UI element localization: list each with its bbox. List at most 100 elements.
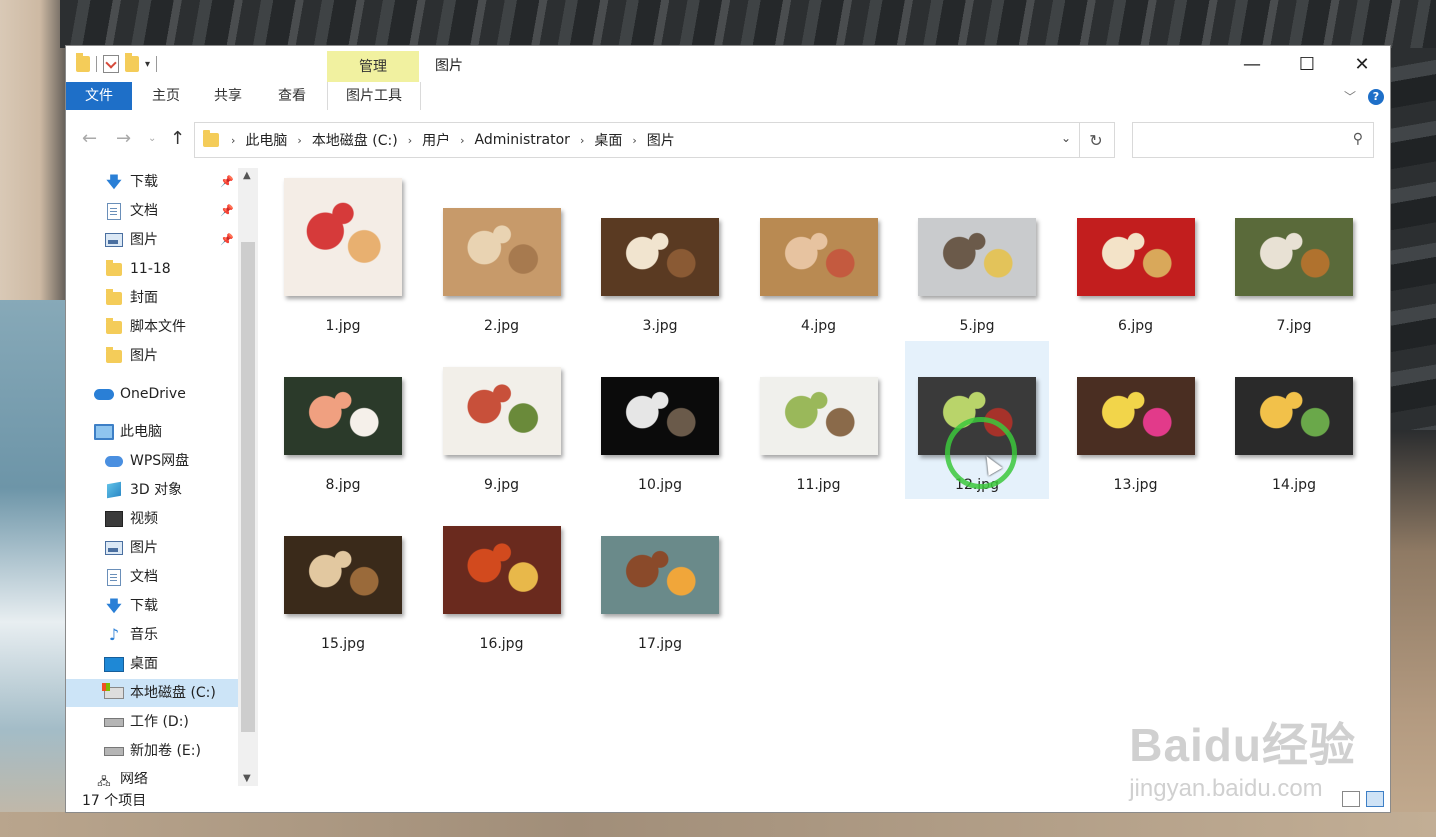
tab-file[interactable]: 文件: [66, 82, 132, 110]
nav-item-downloads-pc[interactable]: 🡇 下载: [104, 592, 158, 620]
folder-icon[interactable]: [76, 53, 90, 72]
file-tile[interactable]: 1.jpg: [271, 178, 415, 340]
file-tile[interactable]: 11.jpg: [747, 341, 891, 499]
file-tile[interactable]: 8.jpg: [271, 341, 415, 499]
chevron-right-icon[interactable]: ›: [456, 134, 468, 147]
nav-item-this-pc[interactable]: 此电脑: [94, 418, 162, 446]
nav-scrollbar[interactable]: ▲ ▼: [238, 168, 258, 786]
address-bar[interactable]: › 此电脑 › 本地磁盘 (C:) › 用户 › Administrator ›…: [194, 122, 1080, 158]
file-grid: 1.jpg 2.jpg 3.jpg 4.jpg 5.jpg 6.jpg 7.jpg 8.jpg…: [258, 168, 1390, 786]
chevron-right-icon[interactable]: ›: [293, 134, 305, 147]
nav-item-label: 封面: [130, 290, 158, 306]
nav-item-desktop[interactable]: 桌面: [104, 650, 158, 678]
download-arrow-icon: 🡇: [106, 173, 122, 191]
close-button[interactable]: ✕: [1334, 46, 1390, 82]
breadcrumb-item[interactable]: 此电脑: [239, 130, 293, 150]
pin-icon[interactable]: 📌: [220, 204, 234, 217]
folder-icon: [104, 259, 124, 279]
new-folder-icon[interactable]: [125, 53, 139, 72]
file-tile[interactable]: 13.jpg: [1064, 341, 1208, 499]
chevron-right-icon[interactable]: ›: [227, 134, 239, 147]
properties-icon[interactable]: [103, 55, 119, 73]
customize-toolbar-icon[interactable]: ▾: [145, 59, 150, 70]
help-icon[interactable]: ?: [1368, 88, 1384, 105]
file-tile[interactable]: 10.jpg: [588, 341, 732, 499]
expand-ribbon-icon[interactable]: ﹀: [1344, 88, 1356, 105]
nav-item-folder-11-18[interactable]: 11-18: [104, 255, 171, 283]
file-tile[interactable]: 12.jpg: [905, 341, 1049, 499]
chevron-down-icon[interactable]: ⌄: [1061, 131, 1071, 145]
tab-share[interactable]: 共享: [200, 82, 256, 110]
nav-item-music[interactable]: ♪ 音乐: [104, 621, 158, 649]
watermark-url: jingyan.baidu.com: [1129, 775, 1323, 802]
nav-item-downloads[interactable]: 🡇 下载: [104, 168, 158, 196]
nav-item-pictures[interactable]: 图片: [104, 226, 158, 254]
breadcrumb-item[interactable]: 桌面: [588, 130, 628, 150]
scrollbar-thumb[interactable]: [241, 242, 255, 732]
recent-locations-icon[interactable]: ⌄: [148, 133, 156, 144]
nav-item-documents[interactable]: 文档: [104, 197, 158, 225]
image-thumbnail: [442, 208, 561, 296]
file-tile[interactable]: 14.jpg: [1222, 341, 1366, 499]
nav-item-folder-scripts[interactable]: 脚本文件: [104, 313, 186, 341]
chevron-right-icon[interactable]: ›: [628, 134, 640, 147]
nav-item-wps-cloud[interactable]: WPS网盘: [104, 447, 189, 475]
file-tile[interactable]: 9.jpg: [430, 341, 574, 499]
nav-item-folder-pictures[interactable]: 图片: [104, 342, 158, 370]
file-name: 14.jpg: [1272, 477, 1316, 493]
tab-picture-tools[interactable]: 图片工具: [327, 82, 421, 110]
nav-item-documents-pc[interactable]: 文档: [104, 563, 158, 591]
nav-item-drive-e[interactable]: 新加卷 (E:): [104, 737, 201, 765]
pin-icon[interactable]: 📌: [220, 233, 234, 246]
file-tile[interactable]: 7.jpg: [1222, 182, 1366, 340]
tab-view[interactable]: 查看: [264, 82, 320, 110]
nav-item-pictures-pc[interactable]: 图片: [104, 534, 158, 562]
file-tile[interactable]: 4.jpg: [747, 182, 891, 340]
tab-home[interactable]: 主页: [138, 82, 194, 110]
nav-item-drive-d[interactable]: 工作 (D:): [104, 708, 189, 736]
3d-objects-icon: [104, 480, 124, 500]
nav-item-onedrive[interactable]: OneDrive: [94, 380, 186, 408]
folder-icon: [203, 130, 219, 147]
scroll-up-icon[interactable]: ▲: [243, 170, 251, 181]
forward-arrow-icon[interactable]: →: [116, 128, 131, 149]
nav-item-3d-objects[interactable]: 3D 对象: [104, 476, 182, 504]
nav-item-videos[interactable]: 视频: [104, 505, 158, 533]
up-arrow-icon[interactable]: ↑: [170, 128, 185, 149]
nav-item-local-disk-c[interactable]: 本地磁盘 (C:): [66, 679, 238, 707]
search-icon[interactable]: ⚲: [1353, 131, 1363, 147]
refresh-button[interactable]: ↻: [1078, 122, 1115, 158]
document-icon: [104, 567, 124, 587]
file-name: 2.jpg: [483, 318, 520, 334]
file-tile[interactable]: 17.jpg: [588, 500, 732, 658]
tab-manage[interactable]: 管理: [327, 51, 419, 83]
nav-item-label: 图片: [130, 232, 158, 248]
chevron-right-icon[interactable]: ›: [404, 134, 416, 147]
title-bar: ▾ 管理 图片 — ☐ ✕: [66, 46, 1390, 83]
search-input[interactable]: [1141, 125, 1345, 157]
file-explorer-window: ▾ 管理 图片 — ☐ ✕ 文件 主页 共享 查看 图片工具 ﹀ ? ← → ⌄…: [66, 46, 1390, 812]
search-box[interactable]: ⚲: [1132, 122, 1374, 158]
scroll-down-icon[interactable]: ▼: [243, 773, 251, 784]
breadcrumb-item[interactable]: Administrator: [469, 132, 576, 148]
file-tile[interactable]: 16.jpg: [430, 500, 574, 658]
pin-icon[interactable]: 📌: [220, 175, 234, 188]
file-name: 3.jpg: [642, 318, 678, 334]
nav-item-folder-cover[interactable]: 封面: [104, 284, 158, 312]
chevron-right-icon[interactable]: ›: [576, 134, 588, 147]
folder-icon: [104, 346, 124, 366]
file-tile[interactable]: 5.jpg: [905, 182, 1049, 340]
large-icons-view-icon[interactable]: [1366, 791, 1384, 807]
nav-item-network[interactable]: 🖧 网络: [94, 772, 148, 786]
file-tile[interactable]: 2.jpg: [430, 182, 574, 340]
breadcrumb-item[interactable]: 本地磁盘 (C:): [306, 130, 404, 150]
file-tile[interactable]: 6.jpg: [1064, 182, 1208, 340]
file-tile[interactable]: 15.jpg: [271, 500, 415, 658]
maximize-button[interactable]: ☐: [1279, 46, 1335, 82]
minimize-button[interactable]: —: [1224, 46, 1280, 82]
breadcrumb-item[interactable]: 图片: [641, 130, 681, 150]
file-name: 16.jpg: [479, 636, 524, 652]
breadcrumb-item[interactable]: 用户: [416, 130, 456, 150]
file-tile[interactable]: 3.jpg: [588, 182, 732, 340]
back-arrow-icon[interactable]: ←: [82, 128, 97, 149]
